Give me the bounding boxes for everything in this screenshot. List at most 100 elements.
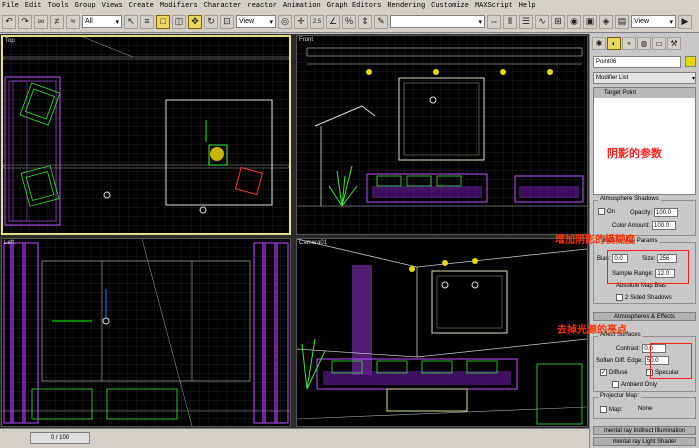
menu-graph-editors[interactable]: Graph Editors bbox=[327, 2, 382, 10]
pivot-center-icon[interactable]: ◎ bbox=[278, 14, 292, 29]
viewport-label-camera[interactable]: Camera01 bbox=[299, 240, 327, 246]
render-scene-icon[interactable]: ▣ bbox=[583, 14, 597, 29]
object-color-swatch[interactable] bbox=[685, 56, 696, 67]
modifier-stack[interactable]: Target Point bbox=[593, 87, 696, 195]
modifier-list-dropdown[interactable]: Modifier List ▾ bbox=[593, 72, 696, 84]
mr-light-shader-rollout[interactable]: mental ray Light Shader bbox=[593, 437, 696, 446]
max-window: File Edit Tools Group Views Create Modif… bbox=[0, 0, 699, 448]
link-icon[interactable]: ∞ bbox=[34, 14, 48, 29]
window-crossing-icon[interactable]: ◫ bbox=[172, 14, 186, 29]
select-object-icon[interactable]: ↖ bbox=[124, 14, 138, 29]
menu-views[interactable]: Views bbox=[102, 2, 123, 10]
viewport-camera[interactable]: Camera01 bbox=[296, 238, 588, 427]
map-checkbox[interactable] bbox=[600, 406, 607, 413]
menu-customize[interactable]: Customize bbox=[431, 2, 469, 10]
selection-filter-dropdown[interactable]: All ▾ bbox=[82, 15, 122, 28]
atmos-on-checkbox[interactable] bbox=[598, 208, 605, 215]
motion-tab-icon[interactable]: ◍ bbox=[637, 37, 651, 50]
time-slider[interactable]: 0 / 100 bbox=[30, 432, 90, 444]
schematic-view-icon[interactable]: ⊞ bbox=[551, 14, 565, 29]
snap-toggle-icon[interactable]: 2.5 bbox=[310, 14, 324, 29]
ambient-row: Ambient Only bbox=[612, 381, 657, 388]
modify-tab-icon[interactable]: ◐ bbox=[607, 37, 621, 50]
rect-selection-icon[interactable]: □ bbox=[156, 14, 170, 29]
layer-manager-icon[interactable]: ☰ bbox=[519, 14, 533, 29]
map-none-button[interactable]: None bbox=[638, 406, 652, 412]
opacity-row: Opacity: 100.0 bbox=[630, 208, 679, 217]
menu-help[interactable]: Help bbox=[519, 2, 536, 10]
viewport-label-top[interactable]: Top bbox=[5, 38, 15, 44]
percent-snap-icon[interactable]: % bbox=[342, 14, 356, 29]
edit-named-sel-icon[interactable]: ✎ bbox=[374, 14, 388, 29]
projector-map-title: Projector Map: bbox=[598, 393, 642, 399]
menu-create[interactable]: Create bbox=[129, 2, 154, 10]
redo-icon[interactable]: ↷ bbox=[18, 14, 32, 29]
align-icon[interactable]: ⫴ bbox=[503, 14, 517, 29]
reference-coord-value: View bbox=[239, 18, 255, 25]
reference-coord-dropdown[interactable]: View ▾ bbox=[236, 15, 276, 28]
bind-spacewarp-icon[interactable]: ≈ bbox=[66, 14, 80, 29]
material-editor-icon[interactable]: ◉ bbox=[567, 14, 581, 29]
mr-indirect-rollout[interactable]: mental ray Indirect Illumination bbox=[593, 426, 696, 435]
select-manipulate-icon[interactable]: ✛ bbox=[294, 14, 308, 29]
left-view-wireframe bbox=[2, 239, 290, 426]
menu-animation[interactable]: Animation bbox=[283, 2, 321, 10]
menu-character[interactable]: Character bbox=[204, 2, 242, 10]
render-type-icon[interactable]: ▤ bbox=[615, 14, 629, 29]
hierarchy-tab-icon[interactable]: ⚬ bbox=[622, 37, 636, 50]
chevron-down-icon: ▾ bbox=[115, 18, 119, 26]
atmosphere-shadows-title: Atmosphere Shadows bbox=[598, 196, 661, 202]
atmos-effects-rollout[interactable]: Atmospheres & Effects bbox=[593, 312, 696, 321]
select-by-name-icon[interactable]: ≡ bbox=[140, 14, 154, 29]
menu-bar: File Edit Tools Group Views Create Modif… bbox=[0, 0, 699, 11]
color-amount-label: Color Amount: bbox=[612, 222, 651, 229]
render-last-icon[interactable]: ▶ bbox=[678, 14, 692, 29]
menu-rendering[interactable]: Rendering bbox=[387, 2, 425, 10]
viewport-front[interactable]: Front bbox=[296, 35, 588, 235]
quick-render-icon[interactable]: ◈ bbox=[599, 14, 613, 29]
ambient-checkbox[interactable] bbox=[612, 381, 619, 388]
named-selection-dropdown[interactable]: ▾ bbox=[390, 15, 485, 28]
soften-label: Soften Diff. Edge: bbox=[596, 357, 643, 364]
color-amount-spinner[interactable]: 100.0 bbox=[652, 221, 677, 230]
unlink-icon[interactable]: ≠ bbox=[50, 14, 64, 29]
object-name-field[interactable]: Point06 bbox=[593, 56, 681, 68]
menu-modifiers[interactable]: Modifiers bbox=[160, 2, 198, 10]
color-amount-row: Color Amount: 100.0 bbox=[612, 221, 677, 230]
two-sided-row: 2 Sided Shadows bbox=[616, 294, 672, 301]
two-sided-checkbox[interactable] bbox=[616, 294, 623, 301]
contrast-label: Contrast: bbox=[616, 345, 641, 352]
menu-group[interactable]: Group bbox=[75, 2, 96, 10]
atmos-on-label: On bbox=[607, 208, 616, 215]
diffuse-checkbox[interactable]: ✓ bbox=[600, 369, 607, 376]
menu-file[interactable]: File bbox=[2, 2, 19, 10]
menu-tools[interactable]: Tools bbox=[48, 2, 69, 10]
create-tab-icon[interactable]: ✱ bbox=[592, 37, 606, 50]
angle-snap-icon[interactable]: ∠ bbox=[326, 14, 340, 29]
stack-item-target-point[interactable]: Target Point bbox=[594, 88, 695, 98]
select-rotate-icon[interactable]: ↻ bbox=[204, 14, 218, 29]
panel-tabs: ✱ ◐ ⚬ ◍ ▭ ⚒ bbox=[592, 37, 698, 51]
atmos-on-row: On bbox=[598, 208, 615, 215]
menu-reactor[interactable]: reactor bbox=[248, 2, 277, 10]
menu-edit[interactable]: Edit bbox=[25, 2, 42, 10]
display-tab-icon[interactable]: ▭ bbox=[652, 37, 666, 50]
spinner-snap-icon[interactable]: ⇕ bbox=[358, 14, 372, 29]
utilities-tab-icon[interactable]: ⚒ bbox=[667, 37, 681, 50]
select-scale-icon[interactable]: ⊡ bbox=[220, 14, 234, 29]
viewport-top[interactable]: Top bbox=[1, 35, 291, 235]
annotation-remove-highlight: 去掉光源的亮点 bbox=[557, 325, 627, 336]
viewport-left[interactable]: Left bbox=[1, 238, 291, 427]
chevron-down-icon: ▾ bbox=[478, 18, 482, 26]
opacity-spinner[interactable]: 100.0 bbox=[654, 208, 679, 217]
select-move-icon[interactable]: ✥ bbox=[188, 14, 202, 29]
render-view-dropdown[interactable]: View ▾ bbox=[631, 15, 676, 28]
projector-map-group: Projector Map: Map: None bbox=[593, 393, 696, 419]
mirror-icon[interactable]: ⇔ bbox=[487, 14, 501, 29]
undo-icon[interactable]: ↶ bbox=[2, 14, 16, 29]
viewport-label-left[interactable]: Left bbox=[4, 240, 14, 246]
viewport-label-front[interactable]: Front bbox=[299, 37, 313, 43]
annotation-params: 阴影的参数 bbox=[607, 147, 662, 160]
menu-maxscript[interactable]: MAXScript bbox=[475, 2, 513, 10]
curve-editor-icon[interactable]: ∿ bbox=[535, 14, 549, 29]
